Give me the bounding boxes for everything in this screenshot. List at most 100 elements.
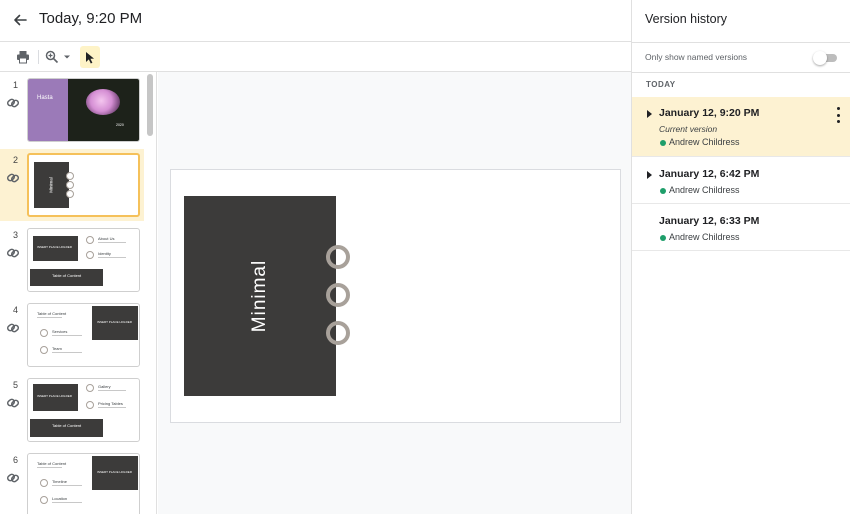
version-item[interactable]: January 12, 6:33 PM Andrew Childress (632, 204, 850, 251)
slide-year: 2020 (116, 123, 124, 127)
item-circle (86, 401, 94, 409)
text-line (98, 257, 126, 258)
slide-title: Minimal (249, 259, 270, 333)
print-icon (17, 51, 29, 64)
divider (632, 72, 850, 73)
item-label: Gallery (98, 384, 111, 389)
slide-number: 4 (13, 305, 19, 315)
back-arrow-icon (14, 14, 27, 26)
binder-block: Minimal (184, 196, 336, 396)
slide-thumbnail-3[interactable]: 3 INSERT PLACE HOLDER About Us Identity … (0, 224, 144, 296)
back-button[interactable] (8, 8, 32, 32)
item-circle (40, 346, 48, 354)
zoom-icon (45, 50, 59, 64)
placeholder-text: INSERT PLACE HOLDER (37, 394, 72, 398)
item-circle (86, 236, 94, 244)
placeholder-text: INSERT PLACE HOLDER (97, 320, 132, 324)
toolbar-separator (38, 50, 39, 64)
toc-label: Table of Content (52, 273, 82, 278)
slide-preview: Table of Content Timeline Location INSER… (27, 453, 140, 514)
placeholder-text: INSERT PLACE HOLDER (37, 245, 72, 249)
slide-number: 1 (13, 80, 19, 90)
binder-ring (326, 283, 350, 307)
expand-caret-icon[interactable] (647, 110, 652, 118)
slide-preview: Minimal (27, 153, 140, 217)
flower-image (68, 79, 139, 141)
slide-preview: Hasta 2020 (27, 78, 140, 142)
zoom-button[interactable] (42, 46, 74, 68)
more-options-button[interactable] (834, 107, 842, 123)
slide-preview: Table of Content Services Team INSERT PL… (27, 303, 140, 367)
slide-number: 2 (13, 155, 19, 165)
version-date: January 12, 6:33 PM (659, 215, 760, 227)
author-color-dot (660, 235, 666, 241)
section-header: TODAY (646, 80, 676, 89)
item-circle (86, 384, 94, 392)
slide-number: 6 (13, 455, 19, 465)
slide-thumbnail-5[interactable]: 5 INSERT PLACE HOLDER Gallery Pricing Ta… (0, 374, 144, 446)
named-versions-toggle[interactable] (813, 51, 839, 65)
divider (632, 42, 850, 43)
expand-caret-icon[interactable] (647, 171, 652, 179)
text-line (52, 502, 82, 503)
item-label: Pricing Tables (98, 401, 123, 406)
item-circle (40, 329, 48, 337)
item-label: Timeline (52, 479, 67, 484)
slide-number: 5 (13, 380, 19, 390)
slide-filmstrip[interactable]: 1 Hasta 2020 2 Minimal 3 INSERT PLACE HO… (0, 72, 157, 514)
link-icon (6, 248, 20, 258)
slide-preview: INSERT PLACE HOLDER Gallery Pricing Tabl… (27, 378, 140, 442)
text-line (52, 352, 82, 353)
link-icon (6, 173, 20, 183)
slide-preview: INSERT PLACE HOLDER About Us Identity Ta… (27, 228, 140, 292)
item-label: Identity (98, 251, 111, 256)
text-line (98, 407, 126, 408)
item-circle (40, 496, 48, 504)
version-history-panel: Version history Only show named versions… (631, 0, 850, 514)
filmstrip-scrollbar[interactable] (147, 74, 153, 136)
slide-color-block (28, 79, 68, 141)
slide-thumbnail-1[interactable]: 1 Hasta 2020 (0, 74, 144, 146)
current-slide[interactable]: Minimal (170, 169, 621, 423)
slide-number: 3 (13, 230, 19, 240)
chevron-down-icon (64, 55, 70, 59)
toc-label: Table of Content (52, 423, 82, 428)
item-label: About Us (98, 236, 115, 241)
text-line (37, 467, 62, 468)
top-bar: Today, 9:20 PM (0, 0, 631, 42)
link-icon (6, 473, 20, 483)
select-tool-button[interactable] (80, 46, 100, 68)
item-circle (86, 251, 94, 259)
binder-ring (66, 172, 74, 180)
version-date: January 12, 9:20 PM (659, 107, 760, 119)
text-line (52, 335, 82, 336)
slide-thumbnail-2[interactable]: 2 Minimal (0, 149, 144, 221)
text-line (98, 390, 126, 391)
binder-ring (66, 181, 74, 189)
author-color-dot (660, 140, 666, 146)
text-line (37, 317, 62, 318)
binder-ring (326, 245, 350, 269)
more-icon-dot (836, 107, 840, 110)
version-item[interactable]: January 12, 6:42 PM Andrew Childress (632, 157, 850, 204)
editor-canvas[interactable]: Minimal (158, 72, 631, 514)
binder-ring (66, 190, 74, 198)
item-label: Team (52, 346, 62, 351)
version-item-current[interactable]: January 12, 9:20 PM Current version Andr… (632, 97, 850, 157)
version-author: Andrew Childress (669, 137, 740, 147)
named-versions-label: Only show named versions (645, 52, 748, 62)
slide-title: Table of Content (37, 311, 67, 316)
app-root: Today, 9:20 PM 1 Hasta 2020 2 Minimal 3 … (0, 0, 850, 514)
link-icon (6, 398, 20, 408)
version-date: January 12, 6:42 PM (659, 168, 760, 180)
link-icon (6, 323, 20, 333)
author-color-dot (660, 188, 666, 194)
version-author: Andrew Childress (669, 185, 740, 195)
slide-title: Table of Content (37, 461, 67, 466)
item-label: Location (52, 496, 68, 501)
slide-thumbnail-4[interactable]: 4 Table of Content Services Team INSERT … (0, 299, 144, 371)
version-author: Andrew Childress (669, 232, 740, 242)
print-button[interactable] (12, 46, 34, 68)
slide-title: Minimal (48, 177, 54, 193)
slide-thumbnail-6[interactable]: 6 Table of Content Timeline Location INS… (0, 449, 144, 514)
